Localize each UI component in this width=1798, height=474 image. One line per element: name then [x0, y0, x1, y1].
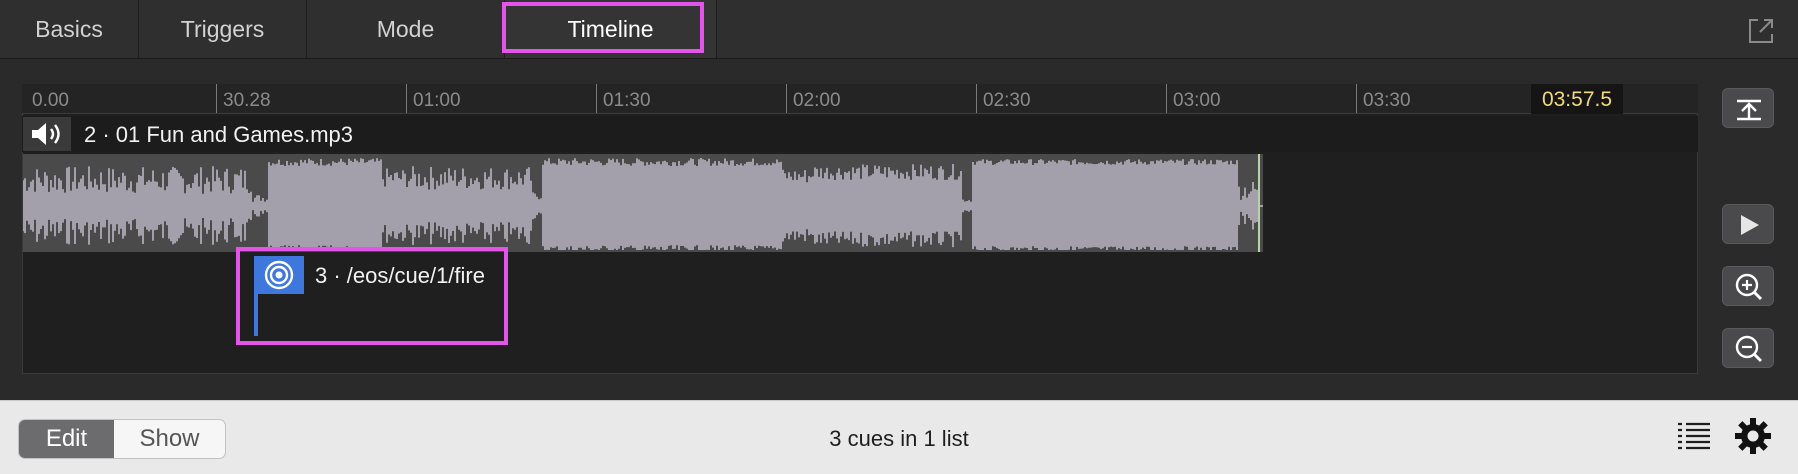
play-icon	[1741, 215, 1759, 235]
ruler-tick: 03:30	[1356, 84, 1411, 113]
bottom-bar: Edit Show 3 cues in 1 list	[0, 400, 1798, 474]
ruler-tick: 01:00	[406, 84, 461, 113]
tab-basics[interactable]: Basics	[0, 0, 139, 58]
ruler-tick: 02:30	[976, 84, 1031, 113]
play-button[interactable]	[1722, 204, 1774, 244]
tab-bar: Basics Triggers Mode Timeline	[0, 0, 1798, 59]
tab-timeline[interactable]: Timeline	[505, 0, 717, 58]
current-time-display: 03:57.5	[1531, 84, 1623, 114]
tab-triggers[interactable]: Triggers	[139, 0, 307, 58]
speaker-icon[interactable]	[23, 117, 71, 151]
ruler-tick: 01:30	[596, 84, 651, 113]
status-text: 3 cues in 1 list	[829, 426, 969, 451]
track-end-marker[interactable]	[1258, 154, 1260, 252]
ruler-tick: 03:00	[1166, 84, 1221, 113]
gear-icon[interactable]	[1733, 416, 1773, 461]
ruler-tick: 30.28	[216, 84, 271, 113]
cue-title: 3 · /eos/cue/1/fire	[315, 263, 485, 288]
zoom-in-button[interactable]	[1722, 266, 1774, 306]
waveform-bars	[22, 158, 1258, 250]
popout-icon[interactable]	[1746, 16, 1776, 46]
ruler-tick: 02:00	[786, 84, 841, 113]
zoom-in-icon	[1735, 273, 1763, 301]
zoom-out-button[interactable]	[1722, 328, 1774, 368]
tab-mode[interactable]: Mode	[307, 0, 505, 58]
ruler-tick: 0.00	[32, 90, 69, 111]
waveform-graphic	[22, 158, 1281, 250]
time-ruler[interactable]: 0.00 30.28 01:00 01:30 02:00 02:30 03:00…	[22, 84, 1698, 114]
target-icon[interactable]	[254, 256, 304, 294]
collapse-icon	[1737, 99, 1761, 121]
zoom-out-icon	[1735, 335, 1763, 363]
audio-waveform[interactable]	[22, 154, 1281, 252]
list-view-icon[interactable]	[1676, 420, 1712, 459]
collapse-button[interactable]	[1722, 88, 1774, 128]
audio-track-title: 2 · 01 Fun and Games.mp3	[84, 122, 354, 147]
